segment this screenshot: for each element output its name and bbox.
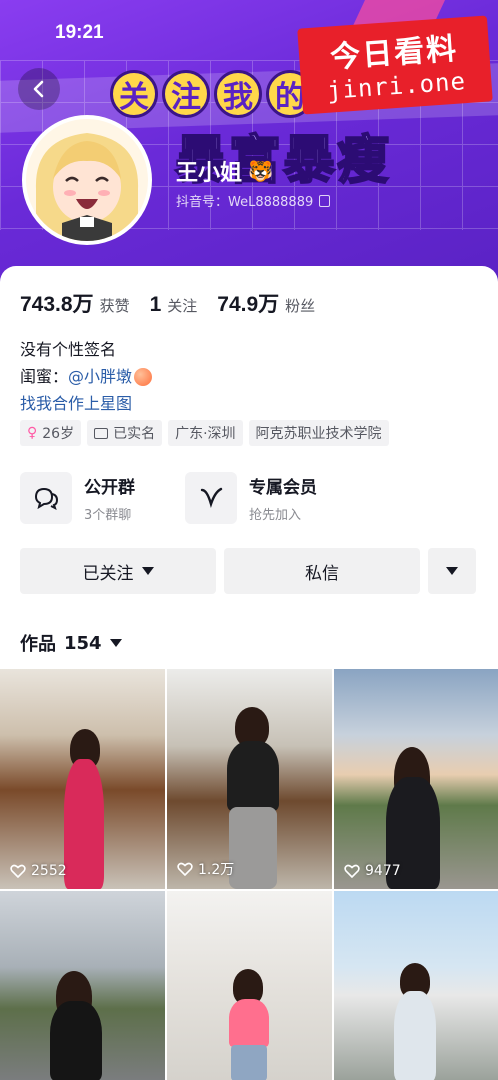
video-thumbnail[interactable] (167, 891, 332, 1080)
group-chat-icon (20, 472, 72, 524)
tag-school[interactable]: 阿克苏职业技术学院 (248, 420, 389, 446)
stat-likes[interactable]: 743.8万 获赞 (20, 288, 130, 318)
bestie-line: 闺蜜： @小胖墩 (20, 363, 153, 390)
douyin-id[interactable]: 抖音号：WeL8888889 (176, 191, 331, 210)
bestie-label: 闺蜜： (20, 367, 69, 386)
works-tab[interactable]: 作品 154 (20, 630, 122, 656)
like-count-text: 2552 (31, 863, 67, 879)
thumbnail-figure (229, 999, 269, 1047)
stat-label: 粉丝 (285, 297, 316, 315)
signature: 没有个性签名 (20, 340, 117, 359)
stat-label: 获赞 (99, 297, 130, 315)
video-thumbnail[interactable]: 1.2万 (167, 669, 332, 889)
tag-school-text: 阿克苏职业技术学院 (255, 426, 382, 442)
tag-verified-text: 已实名 (113, 426, 156, 442)
tag-location[interactable]: 广东·深圳 (168, 420, 243, 446)
profile-bio: 没有个性签名 闺蜜： @小胖墩 找我合作上星图 (20, 336, 153, 417)
feature-title: 专属会员 (249, 478, 317, 498)
feature-entries: 公开群 3个群聊 专属会员 抢先加入 (20, 472, 335, 524)
banner-headline: 关 注 我 的 (110, 70, 314, 118)
tag-age-text: 26岁 (42, 426, 75, 442)
caret-down-icon (446, 567, 458, 575)
caret-down-icon (109, 639, 122, 647)
followed-button[interactable]: 已关注 (20, 548, 216, 594)
message-label: 私信 (305, 563, 339, 584)
feature-title: 公开群 (84, 478, 135, 498)
chevron-left-icon (33, 80, 44, 98)
tag-location-text: 广东·深圳 (175, 426, 236, 442)
video-thumbnail[interactable] (0, 891, 165, 1080)
feature-subtitle: 抢先加入 (249, 508, 302, 523)
membership-icon (185, 472, 237, 524)
video-thumbnail[interactable]: 2552 (0, 669, 165, 889)
collab-link[interactable]: 找我合作上星图 (20, 390, 152, 417)
feature-text: 专属会员 抢先加入 (249, 473, 317, 523)
back-button[interactable] (18, 68, 60, 110)
feature-subtitle: 3个群聊 (84, 508, 132, 523)
watermark-stamp: 今日看料 jinri.one (297, 15, 493, 115)
more-dropdown-button[interactable] (428, 548, 476, 594)
like-count: 9477 (344, 863, 401, 879)
heart-icon (344, 864, 360, 878)
video-thumbnail[interactable]: 9477 (334, 669, 498, 889)
avatar[interactable] (22, 115, 152, 245)
like-count: 2552 (10, 863, 67, 879)
video-thumbnail[interactable] (334, 891, 498, 1080)
like-count: 1.2万 (177, 859, 234, 879)
thumbnail-figure (229, 807, 277, 889)
message-button[interactable]: 私信 (224, 548, 420, 594)
like-count-text: 9477 (365, 863, 401, 879)
tag-age: ♀ 26岁 (20, 420, 82, 446)
thumbnail-figure (64, 759, 104, 889)
thumbnail-figure (227, 741, 279, 811)
banner-headline-char: 关 (110, 70, 158, 118)
heart-icon (177, 862, 193, 876)
profile-name-text: 王小姐 (176, 161, 243, 186)
tiger-emoji-icon: 🐯 (248, 159, 273, 183)
thumbnail-figure (394, 991, 436, 1080)
female-icon: ♀ (27, 425, 38, 441)
stat-followers[interactable]: 74.9万 粉丝 (217, 288, 315, 318)
stat-following[interactable]: 1 关注 (150, 293, 198, 317)
profile-actions: 已关注 私信 (20, 548, 476, 594)
caret-down-icon (141, 567, 154, 575)
profile-tags: ♀ 26岁 已实名 广东·深圳 阿克苏职业技术学院 (20, 420, 389, 446)
works-count: 154 (64, 632, 102, 654)
video-grid: 2552 1.2万 9477 (0, 669, 498, 1080)
profile-banner: 19:21 关 注 我 的 暴富暴瘦 今日看料 jinri.one 王小姐 🐯 … (0, 0, 498, 290)
anime-avatar-image (26, 119, 148, 241)
bestie-mention-link[interactable]: @小胖墩 (68, 363, 132, 390)
id-card-icon (94, 427, 109, 439)
copy-icon[interactable] (319, 194, 331, 207)
status-bar-time: 19:21 (55, 22, 104, 43)
banner-headline-char: 我 (214, 70, 262, 118)
stat-label: 关注 (167, 297, 198, 315)
profile-stats: 743.8万 获赞 1 关注 74.9万 粉丝 (20, 288, 335, 318)
feature-group-chat[interactable]: 公开群 3个群聊 (20, 472, 170, 524)
followed-label: 已关注 (82, 563, 134, 584)
stat-value: 1 (149, 293, 162, 316)
feature-text: 公开群 3个群聊 (84, 473, 135, 523)
works-label: 作品 (20, 634, 56, 655)
feature-membership[interactable]: 专属会员 抢先加入 (185, 472, 335, 524)
stat-value: 74.9万 (217, 293, 280, 316)
banner-headline-char: 注 (162, 70, 210, 118)
peach-icon (134, 367, 153, 386)
douyin-id-text: 抖音号：WeL8888889 (176, 195, 314, 210)
like-count-text: 1.2万 (198, 862, 235, 878)
tag-verified: 已实名 (87, 420, 163, 446)
profile-name: 王小姐 🐯 (176, 155, 273, 187)
thumbnail-figure (231, 1045, 267, 1080)
thumbnail-figure (50, 1001, 102, 1080)
heart-icon (10, 864, 26, 878)
stat-value: 743.8万 (20, 293, 94, 316)
